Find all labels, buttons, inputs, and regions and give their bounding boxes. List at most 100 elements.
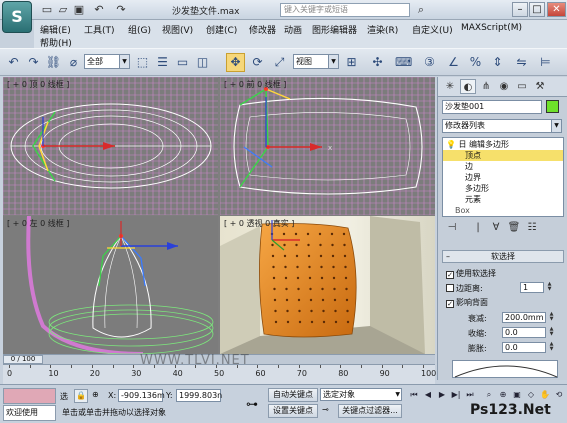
create-tab-icon[interactable]: ✳ <box>442 79 458 94</box>
redo-toolbar-icon[interactable]: ↷ <box>24 53 43 72</box>
menu-create[interactable]: 创建(C) <box>206 23 237 36</box>
stack-item-element[interactable]: 元素 <box>443 194 563 205</box>
object-name-field[interactable]: 沙发垫001 <box>442 100 542 114</box>
angle-snap-icon[interactable]: ∠ <box>444 53 463 72</box>
stack-item-edit-poly[interactable]: 💡 日 编辑多边形 <box>443 139 563 150</box>
menu-rendering[interactable]: 渲染(R) <box>367 23 398 36</box>
auto-key-button[interactable]: 自动关键点 <box>268 388 318 402</box>
play-icon[interactable]: ▶ <box>435 388 449 402</box>
left-viewport-label[interactable]: [ + 0 左 0 线框 ] <box>7 218 69 229</box>
hierarchy-tab-icon[interactable]: ⋔ <box>478 79 494 94</box>
stack-item-edge[interactable]: 边 <box>443 161 563 172</box>
goto-start-icon[interactable]: ⏮ <box>407 388 421 402</box>
perspective-viewport[interactable]: [ + 0 透视 0 真实 ] <box>220 216 435 354</box>
pivot-center-icon[interactable]: ⊞ <box>342 53 361 72</box>
remove-modifier-icon[interactable]: 🗑 <box>506 220 522 235</box>
use-soft-selection-checkbox[interactable]: ✓ 使用软选择 <box>446 268 496 279</box>
lock-icon[interactable]: 🔒 <box>74 389 88 403</box>
configure-sets-icon[interactable]: ☷ <box>524 220 540 235</box>
manipulate-icon[interactable]: ✣ <box>368 53 387 72</box>
make-unique-icon[interactable]: ∀ <box>488 220 504 235</box>
menu-animation[interactable]: 动画 <box>284 23 302 36</box>
prev-frame-icon[interactable]: ◀ <box>421 388 435 402</box>
front-viewport[interactable]: x [ + 0 前 0 线框 ] <box>220 77 435 215</box>
save-icon[interactable]: ▣ <box>72 3 86 17</box>
soft-selection-rollout[interactable]: – 软选择 <box>442 250 564 263</box>
display-tab-icon[interactable]: ▭ <box>514 79 530 94</box>
open-icon[interactable]: ▱ <box>56 3 70 17</box>
show-end-result-icon[interactable]: | <box>470 220 486 235</box>
window-crossing-icon[interactable]: ◫ <box>193 53 212 72</box>
orbit-icon[interactable]: ⟲ <box>552 388 566 402</box>
app-logo-button[interactable]: S <box>2 1 32 33</box>
set-key-button[interactable]: 设置关键点 <box>268 404 318 418</box>
redo-icon[interactable]: ↷ <box>114 3 128 17</box>
keyboard-shortcut-icon[interactable]: ⌨ <box>394 53 413 72</box>
bubble-input[interactable]: 0.0 <box>502 342 546 353</box>
motion-tab-icon[interactable]: ◉ <box>496 79 512 94</box>
lightbulb-icon[interactable]: 💡 <box>446 140 456 149</box>
select-link-icon[interactable]: ⛓ <box>44 53 63 72</box>
perspective-viewport-label[interactable]: [ + 0 透视 0 真实 ] <box>224 218 294 229</box>
key-icon[interactable]: ⊶ <box>246 397 258 411</box>
spinner-snap-icon[interactable]: ⇕ <box>488 53 507 72</box>
affect-backfacing-checkbox[interactable]: ✓ 影响背面 <box>446 297 488 308</box>
stack-item-box[interactable]: Box <box>443 205 563 216</box>
modifier-list-dropdown[interactable]: 修改器列表 ▼ <box>442 119 562 133</box>
modify-tab-icon[interactable]: ◐ <box>460 79 476 94</box>
menu-edit[interactable]: 编辑(E) <box>40 23 71 36</box>
x-coord-input[interactable]: -909.136m <box>118 389 165 402</box>
select-and-rotate-icon[interactable]: ⟳ <box>248 53 267 72</box>
key-filter-icon[interactable]: ⊸ <box>322 405 329 414</box>
new-icon[interactable]: ▭ <box>40 3 54 17</box>
falloff-spinner[interactable]: ▲ ▼ <box>548 312 555 323</box>
pinch-input[interactable]: 0.0 <box>502 327 546 338</box>
stack-item-border[interactable]: 边界 <box>443 172 563 183</box>
align-icon[interactable]: ⊨ <box>536 53 555 72</box>
key-filters-button[interactable]: 关键点过滤器... <box>338 404 402 418</box>
pan-icon[interactable]: ✋ <box>538 388 552 402</box>
menu-maxscript[interactable]: MAXScript(M) <box>461 23 522 33</box>
selection-filter-dropdown[interactable]: 全部 ▼ <box>84 54 130 69</box>
time-slider[interactable]: 0 / 100 <box>3 355 43 364</box>
top-viewport[interactable]: [ + 0 顶 0 线框 ] <box>3 77 218 215</box>
stack-item-vertex[interactable]: 顶点 <box>443 150 563 161</box>
minimize-button[interactable]: – <box>512 2 528 17</box>
reference-coord-dropdown[interactable]: 视图 ▼ <box>293 54 339 69</box>
select-and-scale-icon[interactable]: ⤢ <box>270 53 289 72</box>
utilities-tab-icon[interactable]: ⚒ <box>532 79 548 94</box>
select-by-name-icon[interactable]: ☰ <box>153 53 172 72</box>
selected-objects-dropdown[interactable]: 选定对象 ▼ <box>320 388 402 401</box>
zoom-icon[interactable]: ⌕ <box>482 388 496 402</box>
select-object-icon[interactable]: ⬚ <box>133 53 152 72</box>
bubble-spinner[interactable]: ▲ ▼ <box>548 342 555 353</box>
undo-toolbar-icon[interactable]: ↶ <box>4 53 23 72</box>
falloff-input[interactable]: 200.0mm <box>502 312 546 323</box>
pinch-spinner[interactable]: ▲ ▼ <box>548 327 555 338</box>
percent-snap-icon[interactable]: % <box>466 53 485 72</box>
undo-icon[interactable]: ↶ <box>92 3 106 17</box>
close-button[interactable]: ✕ <box>547 2 566 17</box>
mirror-icon[interactable]: ⇋ <box>512 53 531 72</box>
object-color-swatch[interactable] <box>546 100 559 113</box>
left-viewport[interactable]: [ + 0 左 0 线框 ] <box>3 216 218 354</box>
search-input[interactable]: 键入关键字或短语 <box>280 3 410 17</box>
rect-selection-icon[interactable]: ▭ <box>173 53 192 72</box>
maxscript-mini-listener[interactable]: 欢迎使用 <box>3 405 56 421</box>
menu-group[interactable]: 组(G) <box>128 23 151 36</box>
top-viewport-label[interactable]: [ + 0 顶 0 线框 ] <box>7 79 69 90</box>
zoom-extents-icon[interactable]: ▣ <box>510 388 524 402</box>
edge-distance-spinner[interactable]: ▲ ▼ <box>546 282 553 293</box>
front-viewport-label[interactable]: [ + 0 前 0 线框 ] <box>224 79 286 90</box>
edge-distance-checkbox[interactable]: 边距离: <box>446 283 483 294</box>
next-frame-icon[interactable]: ▶| <box>449 388 463 402</box>
y-coord-input[interactable]: 1999.803n <box>176 389 222 402</box>
select-and-move-icon[interactable]: ✥ <box>226 53 245 72</box>
menu-modifiers[interactable]: 修改器 <box>249 23 276 36</box>
search-icon[interactable]: ⌕ <box>414 3 428 17</box>
menu-views[interactable]: 视图(V) <box>162 23 193 36</box>
menu-customize[interactable]: 自定义(U) <box>412 23 453 36</box>
stack-item-polygon[interactable]: 多边形 <box>443 183 563 194</box>
zoom-all-icon[interactable]: ⊕ <box>496 388 510 402</box>
field-of-view-icon[interactable]: ◇ <box>524 388 538 402</box>
